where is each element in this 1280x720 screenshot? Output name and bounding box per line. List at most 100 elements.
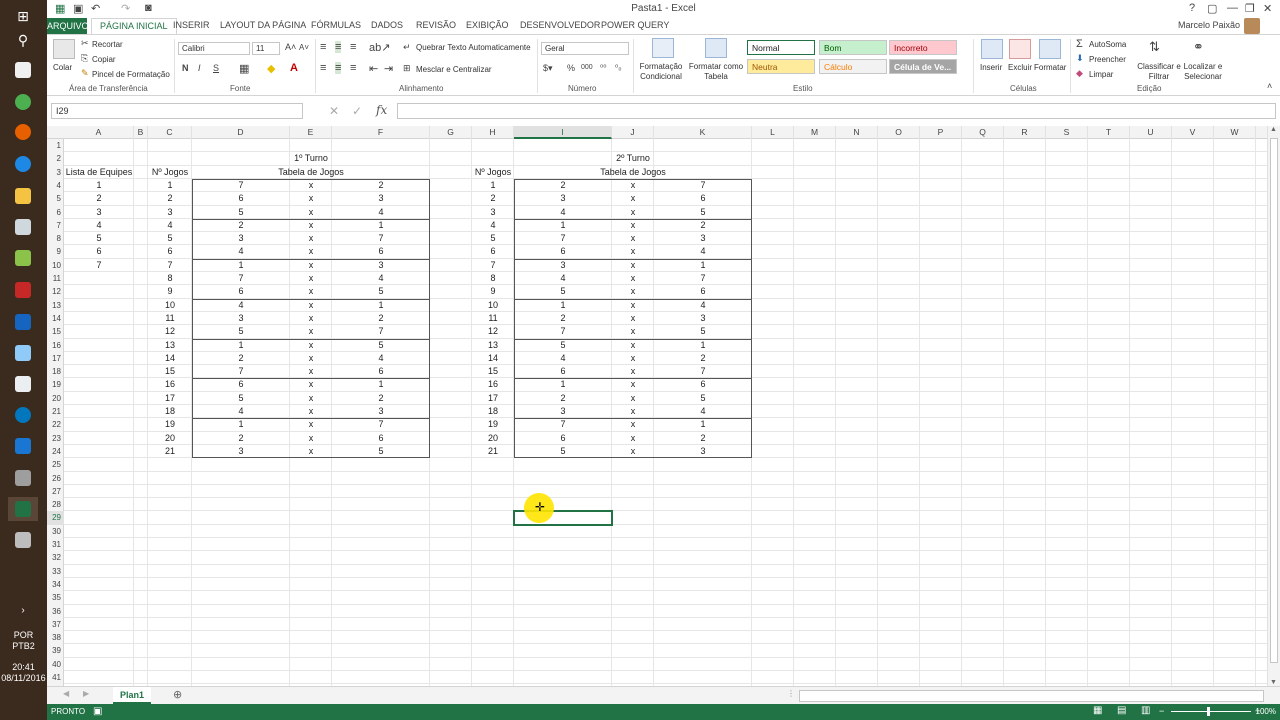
remote-desktop-icon[interactable] (8, 310, 38, 334)
tab-arquivo[interactable]: ARQUIVO (47, 18, 89, 34)
row-header-27[interactable]: 27 (47, 485, 64, 498)
row-header-5[interactable]: 5 (47, 192, 64, 205)
clear-button[interactable]: Limpar (1089, 70, 1113, 79)
row-header-8[interactable]: 8 (47, 232, 64, 245)
cell-style-1[interactable]: Normal (747, 40, 815, 55)
increase-decimal-icon[interactable]: ⁰⁰ (600, 63, 606, 72)
column-header-d[interactable]: D (192, 126, 290, 139)
macro-record-icon[interactable]: ▣ (93, 706, 102, 717)
worksheet-grid[interactable]: ABCDEFGHIJKLMNOPQRSTUVW 1 2 3 4 5 6 7 8 9 10 11 12 1… (47, 126, 1267, 686)
row-header-3[interactable]: 3 (47, 166, 64, 179)
row-header-11[interactable]: 11 (47, 272, 64, 285)
clock[interactable]: 20:41 08/11/2016 (0, 662, 47, 684)
zoom-slider[interactable] (1171, 711, 1251, 712)
column-header-i[interactable]: I (514, 126, 612, 139)
next-sheet-icon[interactable]: ▶ (83, 689, 89, 698)
row-header-36[interactable]: 36 (47, 605, 64, 618)
defender-icon[interactable] (8, 434, 38, 458)
calculator-icon[interactable] (8, 372, 38, 396)
cell-style-6[interactable]: Célula de Ve... (889, 59, 957, 74)
collapse-ribbon-icon[interactable]: ˄ (1267, 81, 1272, 91)
row-header-6[interactable]: 6 (47, 206, 64, 219)
restore-button[interactable]: ❐ (1245, 2, 1255, 15)
column-header-u[interactable]: U (1130, 126, 1172, 139)
tab-layout[interactable]: LAYOUT DA PÁGINA (220, 20, 306, 30)
row-header-17[interactable]: 17 (47, 352, 64, 365)
row-header-22[interactable]: 22 (47, 418, 64, 431)
row-header-2[interactable]: 2 (47, 152, 64, 165)
row-header-14[interactable]: 14 (47, 312, 64, 325)
app-icon[interactable] (8, 403, 38, 427)
font-color-icon[interactable]: A (290, 62, 298, 74)
insert-cells-button[interactable]: Inserir (980, 63, 1002, 72)
shrink-font-icon[interactable]: A˅ (299, 43, 309, 52)
insert-function-icon[interactable]: fx (376, 103, 387, 117)
increase-indent-icon[interactable]: ⇥ (384, 62, 393, 75)
app-icon[interactable] (8, 246, 38, 270)
column-header-p[interactable]: P (920, 126, 962, 139)
align-center-icon[interactable]: ≡ (335, 62, 342, 74)
row-header-39[interactable]: 39 (47, 644, 64, 657)
borders-icon[interactable]: ▦ (239, 62, 249, 75)
sort-filter-button[interactable]: Classificar e Filtrar (1137, 62, 1181, 82)
column-header-b[interactable]: B (134, 126, 148, 139)
tab-pagina-inicial[interactable]: PÁGINA INICIAL (91, 18, 177, 34)
decrease-decimal-icon[interactable]: ⁰₀ (615, 63, 622, 72)
delete-cells-button[interactable]: Excluir (1008, 63, 1032, 72)
merge-center-button[interactable]: Mesclar e Centralizar (416, 65, 492, 74)
column-header-j[interactable]: J (612, 126, 654, 139)
column-header-k[interactable]: K (654, 126, 752, 139)
font-size-select[interactable]: 11 (252, 42, 280, 55)
store-icon[interactable] (8, 58, 38, 82)
row-header-15[interactable]: 15 (47, 325, 64, 338)
row-header-40[interactable]: 40 (47, 658, 64, 671)
row-header-41[interactable]: 41 (47, 671, 64, 684)
decrease-indent-icon[interactable]: ⇤ (369, 62, 378, 75)
edge-icon[interactable] (8, 152, 38, 176)
column-header-n[interactable]: N (836, 126, 878, 139)
column-header-s[interactable]: S (1046, 126, 1088, 139)
row-header-38[interactable]: 38 (47, 631, 64, 644)
row-header-31[interactable]: 31 (47, 538, 64, 551)
tab-dados[interactable]: DADOS (371, 20, 403, 30)
row-header-20[interactable]: 20 (47, 392, 64, 405)
scroll-down-icon[interactable]: ▼ (1270, 679, 1277, 686)
notepad-icon[interactable] (8, 215, 38, 239)
font-name-select[interactable]: Calibri (178, 42, 250, 55)
chrome-icon[interactable] (8, 90, 38, 114)
normal-view-icon[interactable]: ▦ (1093, 705, 1102, 716)
prev-sheet-icon[interactable]: ◀ (63, 689, 69, 698)
wrap-text-button[interactable]: Quebrar Texto Automaticamente (416, 43, 531, 52)
paste-button[interactable]: Colar (53, 63, 72, 72)
language-indicator[interactable]: POR PTB2 (0, 630, 47, 652)
align-top-icon[interactable]: ≡ (320, 41, 326, 53)
cell-style-3[interactable]: Incorreto (889, 40, 957, 55)
column-header-m[interactable]: M (794, 126, 836, 139)
filezilla-icon[interactable] (8, 278, 38, 302)
zoom-slider-thumb[interactable] (1207, 707, 1210, 716)
paste-icon[interactable] (53, 39, 75, 59)
column-header-q[interactable]: Q (962, 126, 1004, 139)
column-header-e[interactable]: E (290, 126, 332, 139)
row-header-12[interactable]: 12 (47, 285, 64, 298)
column-header-w[interactable]: W (1214, 126, 1256, 139)
tab-revisao[interactable]: REVISÃO (416, 20, 456, 30)
align-bottom-icon[interactable]: ≡ (350, 41, 356, 53)
conditional-format-button[interactable]: Formatação Condicional (637, 62, 685, 82)
format-painter-button[interactable]: Pincel de Formatação (92, 70, 170, 79)
row-header-29[interactable]: 29 (47, 511, 64, 525)
vertical-scrollbar[interactable]: ▲ ▼ (1267, 126, 1280, 686)
excel-icon[interactable] (8, 497, 38, 521)
app-icon[interactable] (8, 341, 38, 365)
tab-desenvolvedor[interactable]: DESENVOLVEDOR (520, 20, 600, 30)
find-select-button[interactable]: Localizar e Selecionar (1181, 62, 1225, 82)
column-header-g[interactable]: G (430, 126, 472, 139)
formula-input[interactable] (397, 103, 1276, 119)
tab-exibicao[interactable]: EXIBIÇÃO (466, 20, 509, 30)
app-icon[interactable] (8, 528, 38, 552)
splitter-icon[interactable]: ⋮ (787, 689, 795, 698)
format-cells-button[interactable]: Formatar (1034, 63, 1066, 72)
explorer-icon[interactable] (8, 184, 38, 208)
tab-formulas[interactable]: FÓRMULAS (311, 20, 361, 30)
column-header-l[interactable]: L (752, 126, 794, 139)
